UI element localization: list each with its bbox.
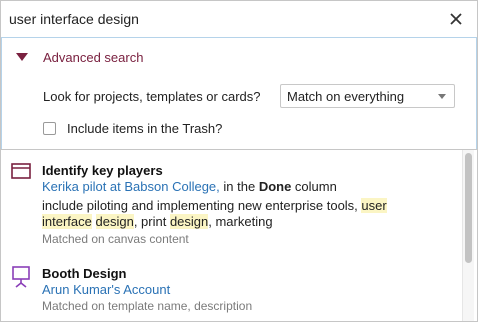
result-item[interactable]: Booth Design Arun Kumar's Account Matche… [1,256,461,321]
advanced-search-panel: Advanced search Look for projects, templ… [1,38,477,149]
search-results: Identify key players Kerika pilot at Bab… [1,150,477,321]
trash-option: Include items in the Trash? [43,121,222,136]
desc-text: include piloting and implementing new en… [42,198,362,213]
desc-text: , print [133,214,170,229]
advanced-search-toggle[interactable]: Advanced search [15,48,143,66]
result-title[interactable]: Identify key players [42,163,163,178]
results-scrollbar[interactable] [462,150,474,321]
presentation-board-icon [12,266,30,288]
match-select[interactable]: Match on everything [280,84,455,108]
look-for-label: Look for projects, templates or cards? [43,89,261,104]
match-select-value: Match on everything [287,89,405,104]
highlight: design [169,214,209,229]
column-pre-text: in the [219,179,259,194]
column-post-text: column [291,179,337,194]
desc-text [92,214,96,229]
result-description: include piloting and implementing new en… [42,198,427,230]
triangle-down-icon [16,53,28,61]
search-input[interactable] [9,6,429,32]
result-matched-on: Matched on template name, description [42,299,253,313]
scrollbar-thumb[interactable] [465,153,472,263]
include-trash-label[interactable]: Include items in the Trash? [67,121,222,136]
desc-text: , marketing [208,214,273,229]
result-matched-on: Matched on canvas content [42,232,189,246]
highlight: design [95,214,134,229]
result-location: Kerika pilot at Babson College, in the D… [42,179,337,194]
project-link[interactable]: Kerika pilot at Babson College, [42,179,220,194]
close-icon [450,13,462,25]
clear-search-button[interactable] [445,8,467,30]
search-popup: Advanced search Look for projects, templ… [0,0,478,322]
include-trash-checkbox[interactable] [43,122,56,135]
result-item[interactable]: Identify key players Kerika pilot at Bab… [1,150,461,250]
account-link[interactable]: Arun Kumar's Account [42,282,170,297]
result-location: Arun Kumar's Account [42,282,170,297]
canvas-window-icon [11,163,31,179]
column-name: Done [258,179,292,194]
caret-down-icon [438,94,446,99]
result-title[interactable]: Booth Design [42,266,127,281]
search-bar [1,1,477,38]
advanced-search-label: Advanced search [43,49,144,65]
